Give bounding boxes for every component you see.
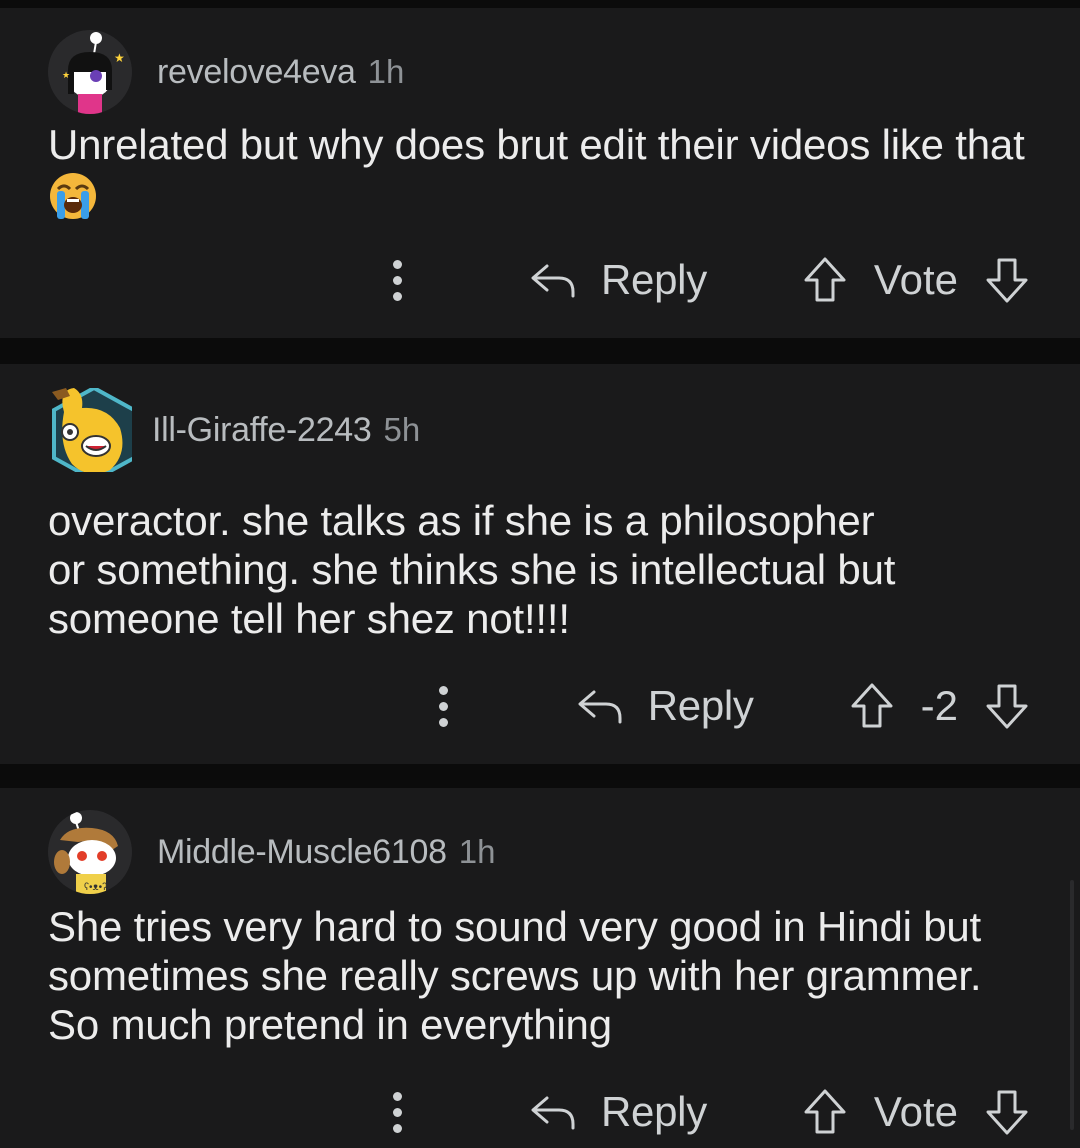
svg-text:ʕ•ᴥ•ʔ: ʕ•ᴥ•ʔ bbox=[84, 882, 107, 893]
vote-controls: Vote bbox=[802, 256, 1030, 304]
more-options-icon[interactable] bbox=[385, 254, 409, 306]
avatar-icon bbox=[52, 388, 132, 472]
comment-actions: Reply Vote bbox=[385, 1082, 1030, 1142]
username[interactable]: Middle-Muscle6108 bbox=[157, 833, 447, 872]
comment-body: She tries very hard to sound very good i… bbox=[48, 902, 1048, 1049]
vote-controls: -2 bbox=[849, 682, 1030, 730]
comment-body: overactor. she talks as if she is a phil… bbox=[48, 496, 1048, 643]
reply-button[interactable]: Reply bbox=[529, 1088, 707, 1136]
user-avatar[interactable]: ★ ★ bbox=[48, 30, 132, 114]
username[interactable]: Ill-Giraffe-2243 bbox=[152, 411, 372, 450]
timestamp: 1h bbox=[367, 53, 405, 90]
comment-text-line: So much pretend in everything bbox=[48, 1001, 612, 1048]
reply-button[interactable]: Reply bbox=[529, 256, 707, 304]
comment-text-line: She tries very hard to sound very good i… bbox=[48, 903, 981, 950]
user-avatar[interactable] bbox=[48, 388, 132, 472]
comment-actions: Reply Vote bbox=[385, 250, 1030, 310]
comment-text-line: overactor. she talks as if she is a phil… bbox=[48, 497, 875, 544]
svg-text:★: ★ bbox=[62, 70, 70, 80]
reply-button[interactable]: Reply bbox=[576, 682, 754, 730]
avatar-icon: ★ ★ bbox=[48, 30, 132, 114]
reply-arrow-icon bbox=[531, 264, 575, 298]
more-options-icon[interactable] bbox=[385, 1086, 409, 1138]
scrollbar[interactable] bbox=[1070, 880, 1074, 1130]
reply-label: Reply bbox=[601, 1088, 707, 1135]
timestamp: 5h bbox=[383, 411, 421, 448]
comment-header: ★ ★ revelove4eva 1h bbox=[48, 30, 404, 114]
downvote-arrow-icon[interactable] bbox=[984, 682, 1030, 730]
comment-body: Unrelated but why does brut edit their v… bbox=[48, 120, 1048, 231]
comment-header: Ill-Giraffe-2243 5h bbox=[48, 388, 420, 472]
comment-header: ʕ•ᴥ•ʔ Middle-Muscle6108 1h bbox=[48, 810, 495, 894]
loudly-crying-face-icon bbox=[50, 173, 96, 219]
username[interactable]: revelove4eva bbox=[157, 53, 356, 92]
reply-arrow-icon bbox=[578, 690, 622, 724]
downvote-arrow-icon[interactable] bbox=[984, 1088, 1030, 1136]
more-options-icon[interactable] bbox=[432, 680, 456, 732]
comment-text: Unrelated but why does brut edit their v… bbox=[48, 121, 1025, 168]
avatar-icon: ʕ•ᴥ•ʔ bbox=[48, 810, 132, 894]
user-avatar[interactable]: ʕ•ᴥ•ʔ bbox=[48, 810, 132, 894]
comment-text-line: sometimes she really screws up with her … bbox=[48, 952, 982, 999]
vote-count: Vote bbox=[873, 256, 958, 303]
comment-actions: Reply -2 bbox=[432, 676, 1030, 736]
downvote-arrow-icon[interactable] bbox=[984, 256, 1030, 304]
comment-text-line: someone tell her shez not!!!! bbox=[48, 595, 570, 642]
svg-text:★: ★ bbox=[114, 51, 125, 65]
vote-controls: Vote bbox=[802, 1088, 1030, 1136]
comment-card: ★ ★ revelove4eva 1h Unrelated but why do… bbox=[0, 8, 1080, 338]
vote-count: -2 bbox=[920, 682, 958, 729]
reply-label: Reply bbox=[647, 682, 754, 729]
upvote-arrow-icon[interactable] bbox=[802, 1088, 848, 1136]
upvote-arrow-icon[interactable] bbox=[849, 682, 895, 730]
comment-card: ʕ•ᴥ•ʔ Middle-Muscle6108 1h She tries ver… bbox=[0, 788, 1080, 1148]
upvote-arrow-icon[interactable] bbox=[802, 256, 848, 304]
reply-label: Reply bbox=[601, 256, 707, 303]
reply-arrow-icon bbox=[531, 1096, 575, 1130]
comment-text-line: or something. she thinks she is intellec… bbox=[48, 546, 896, 593]
comment-card: Ill-Giraffe-2243 5h overactor. she talks… bbox=[0, 364, 1080, 764]
timestamp: 1h bbox=[458, 833, 496, 870]
vote-count: Vote bbox=[873, 1088, 958, 1135]
